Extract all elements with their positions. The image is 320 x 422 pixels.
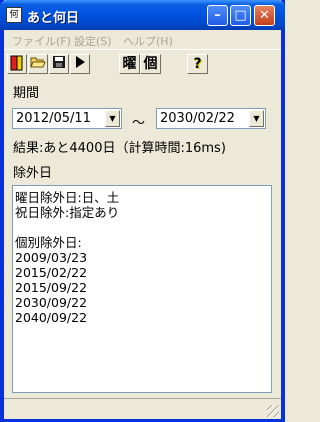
menu-file[interactable]: ファイル(F) [12, 33, 71, 49]
weekday-exclude-button[interactable]: 曜 [119, 54, 140, 74]
end-date-select[interactable]: 2030/02/22 ▼ [156, 108, 266, 129]
weekday-exclude-label: 曜 [122, 56, 137, 72]
individual-exclude-button[interactable]: 個 [140, 54, 161, 74]
chevron-down-icon[interactable]: ▼ [249, 110, 264, 127]
close-button[interactable]: ✕ [254, 5, 275, 26]
result-text: 結果:あと4400日（計算時間:16ms) [13, 141, 226, 156]
save-disk-icon [53, 56, 65, 68]
help-button[interactable]: ? [187, 54, 208, 74]
app-icon: 何 [6, 7, 22, 23]
resize-grip-icon[interactable] [267, 405, 279, 417]
menu-settings[interactable]: 設定(S) [74, 33, 112, 49]
start-date-value: 2012/05/11 [16, 111, 91, 126]
minimize-icon: – [214, 8, 221, 23]
excluded-days-textbox[interactable]: 曜日除外日:日、土 祝日除外:指定あり 個別除外日: 2009/03/23 2015/… [12, 185, 272, 393]
minimize-button[interactable]: – [207, 5, 228, 26]
exit-door-icon [10, 55, 23, 71]
individual-exclude-label: 個 [143, 56, 158, 72]
maximize-button[interactable]: □ [230, 5, 251, 26]
menu-bar: ファイル(F) 設定(S) ヘルプ(H) [4, 30, 281, 50]
excluded-line: 2009/03/23 [15, 250, 88, 265]
excluded-line: 2015/02/22 [15, 265, 88, 280]
menu-help[interactable]: ヘルプ(H) [123, 33, 173, 49]
end-date-value: 2030/02/22 [160, 111, 235, 126]
status-bar [4, 398, 281, 419]
excluded-line: 2015/09/22 [15, 280, 88, 295]
open-button[interactable] [28, 54, 48, 74]
help-icon: ? [193, 56, 202, 72]
excluded-line: 曜日除外日:日、土 [15, 190, 120, 205]
title-bar[interactable]: 何 あと何日 – □ ✕ [0, 0, 285, 30]
excluded-line: 祝日除外:指定あり [15, 205, 120, 220]
open-folder-icon [30, 57, 46, 68]
start-date-select[interactable]: 2012/05/11 ▼ [12, 108, 122, 129]
period-label: 期間 [13, 86, 40, 101]
excluded-days-label: 除外日 [13, 166, 53, 181]
maximize-icon: □ [234, 8, 247, 23]
close-icon: ✕ [259, 8, 270, 23]
chevron-down-icon[interactable]: ▼ [105, 110, 120, 127]
toolbar: 曜 個 ? [4, 51, 281, 77]
excluded-line [13, 220, 271, 235]
excluded-line: 個別除外日: [15, 235, 82, 250]
save-button[interactable] [49, 54, 69, 74]
excluded-days-lines: 曜日除外日:日、土 祝日除外:指定あり 個別除外日: 2009/03/23 2015/… [13, 186, 271, 325]
excluded-line: 2030/09/22 [15, 295, 88, 310]
excluded-line: 2040/09/22 [15, 310, 88, 325]
run-button[interactable] [70, 54, 90, 74]
exit-button[interactable] [7, 54, 27, 74]
window-title: あと何日 [27, 11, 80, 26]
period-separator: ～ [132, 116, 146, 131]
play-icon [76, 56, 85, 68]
